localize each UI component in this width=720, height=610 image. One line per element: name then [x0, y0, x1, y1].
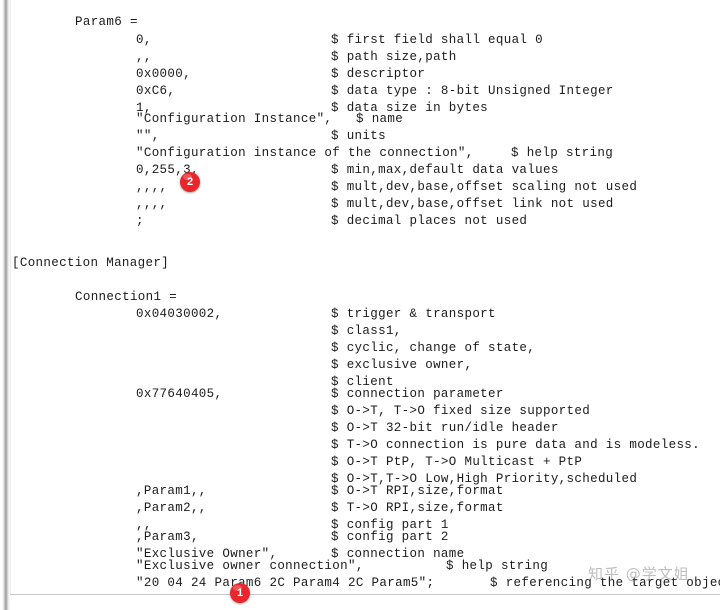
code-comment: $ first field shall equal 0: [331, 33, 543, 47]
code-comment: $ T->O RPI,size,format: [331, 501, 504, 515]
code-comment: $ connection parameter: [331, 387, 504, 401]
code-comment: $ T->O connection is pure data and is mo…: [331, 438, 701, 452]
code-value-token: 0xC6,: [136, 84, 176, 98]
code-comment: $ trigger & transport: [331, 307, 496, 321]
code-value-token: "Configuration Instance",: [136, 112, 333, 126]
code-parameter-label: Connection1 =: [75, 290, 178, 304]
code-value-token: ,,,,: [136, 197, 168, 211]
code-comment: $ descriptor: [331, 67, 426, 81]
code-comment: $ O->T RPI,size,format: [331, 484, 504, 498]
code-value-token: ,,: [136, 50, 152, 64]
code-comment: $ mult,dev,base,offset scaling not used: [331, 180, 638, 194]
code-comment: $ config part 2: [331, 530, 449, 544]
zhihu-watermark: 知乎 @学文姐: [588, 565, 690, 583]
horizontal-scrollbar-rail[interactable]: [0, 595, 720, 610]
code-value-token: "",: [136, 129, 160, 143]
code-value-token: ,,,,: [136, 180, 168, 194]
code-comment: $ data type : 8-bit Unsigned Integer: [331, 84, 614, 98]
code-value-token: 0,: [136, 33, 152, 47]
code-comment: $ cyclic, change of state,: [331, 341, 536, 355]
code-comment: $ O->T PtP, T->O Multicast + PtP: [331, 455, 583, 469]
code-comment: $ help string: [446, 559, 549, 573]
code-value-token: 0x04030002,: [136, 307, 223, 321]
code-value-token: 0x0000,: [136, 67, 191, 81]
code-value-token: 0x77640405,: [136, 387, 223, 401]
scrollbar-corner: [2, 595, 10, 610]
code-value-token: ;: [136, 214, 144, 228]
code-text-area[interactable]: Param6 = 0, $ first field shall equal 0,, $…: [0, 0, 720, 594]
code-value-token: ,Param1,,: [136, 484, 207, 498]
code-comment: $ decimal places not used: [331, 214, 528, 228]
code-comment: $ mult,dev,base,offset link not used: [331, 197, 614, 211]
code-parameter-label: Param6 =: [75, 15, 138, 29]
code-comment: $ exclusive owner,: [331, 358, 473, 372]
code-comment: $ data size in bytes: [331, 101, 489, 115]
code-comment: $ O->T, T->O fixed size supported: [331, 404, 591, 418]
code-comment: $ class1,: [331, 324, 402, 338]
code-comment: $ min,max,default data values: [331, 163, 559, 177]
code-section-header: [Connection Manager]: [12, 256, 170, 270]
code-comment: $ name: [356, 112, 404, 126]
annotation-badge-2[interactable]: 2: [180, 172, 200, 192]
code-comment: $ units: [331, 129, 386, 143]
code-value-token: "20 04 24 Param6 2C Param4 2C Param5";: [136, 576, 435, 590]
code-value-token: ,Param3,: [136, 530, 199, 544]
annotation-badge-1[interactable]: 1: [230, 583, 250, 603]
code-value-token: "Exclusive owner connection",: [136, 559, 364, 573]
code-value-token: "Configuration instance of the connectio…: [136, 146, 474, 160]
code-comment: $ O->T 32-bit run/idle header: [331, 421, 559, 435]
code-editor-pane: Param6 = 0, $ first field shall equal 0,, $…: [0, 0, 720, 610]
code-value-token: ,Param2,,: [136, 501, 207, 515]
code-comment: $ help string: [511, 146, 614, 160]
code-comment: $ path size,path: [331, 50, 457, 64]
